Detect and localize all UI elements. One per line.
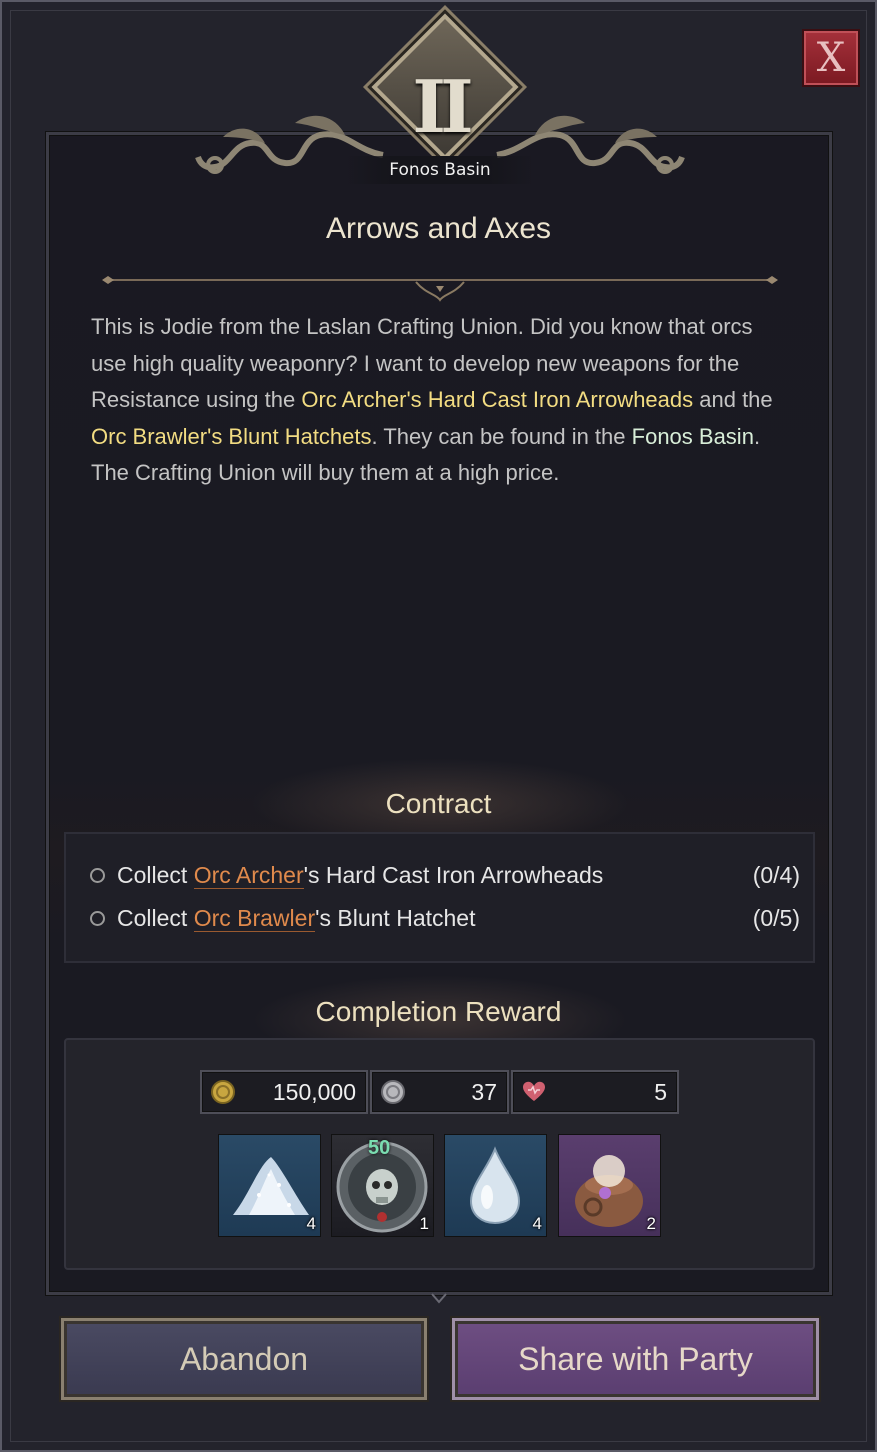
quest-description: This is Jodie from the Laslan Crafting U… <box>91 309 781 492</box>
objective-target-link[interactable]: Orc Archer <box>193 861 304 889</box>
objective-text: Collect Orc Archer's Hard Cast Iron Arro… <box>117 861 753 889</box>
item-quantity: 1 <box>419 1214 429 1233</box>
item-quantity: 2 <box>646 1214 656 1233</box>
panel-bottom-notch-icon <box>431 1293 447 1304</box>
gold-coin-icon <box>211 1080 235 1104</box>
objective-row: Collect Orc Brawler's Blunt Hatchet (0/5… <box>90 900 800 936</box>
objective-prefix: Collect <box>117 904 194 931</box>
objective-suffix: 's Hard Cast Iron Arrowheads <box>303 861 604 888</box>
close-icon: X <box>816 35 846 81</box>
region-label: Fonos Basin <box>345 156 535 184</box>
highlighted-item-arrowheads: Orc Archer's Hard Cast Iron Arrowheads <box>301 387 694 412</box>
reward-item[interactable]: 50 1 <box>331 1134 434 1237</box>
objective-prefix: Collect <box>117 861 194 888</box>
reward-item[interactable]: 4 <box>218 1134 321 1237</box>
reward-gold: 150,000 <box>200 1070 368 1114</box>
close-button[interactable]: X <box>804 31 858 85</box>
quest-title: Arrows and Axes <box>325 212 552 245</box>
description-text: and the <box>693 387 773 412</box>
silver-amount: 37 <box>471 1078 497 1105</box>
objective-status-icon <box>90 910 105 926</box>
objective-text: Collect Orc Brawler's Blunt Hatchet <box>117 904 753 932</box>
item-quantity: 4 <box>532 1214 542 1233</box>
item-quantity: 4 <box>306 1214 316 1233</box>
heart-icon <box>523 1081 545 1101</box>
objective-target-link[interactable]: Orc Brawler <box>193 904 316 932</box>
objective-progress: (0/5) <box>752 904 800 931</box>
objective-progress: (0/4) <box>752 861 800 888</box>
share-with-party-button[interactable]: Share with Party <box>452 1318 819 1400</box>
contract-heading: Contract <box>385 788 492 819</box>
title-divider <box>102 276 778 302</box>
objective-suffix: 's Blunt Hatchet <box>315 904 476 931</box>
reward-item[interactable]: 2 <box>558 1134 661 1237</box>
water-drop-icon <box>469 1146 521 1225</box>
reward-heart: 5 <box>511 1070 679 1114</box>
description-text: . They can be found in the <box>371 423 632 449</box>
gold-amount: 150,000 <box>272 1078 356 1105</box>
reward-silver: 37 <box>370 1070 509 1114</box>
objective-row: Collect Orc Archer's Hard Cast Iron Arro… <box>90 857 800 893</box>
silver-coin-icon <box>381 1080 405 1104</box>
reward-heading: Completion Reward <box>315 996 562 1027</box>
crystal-powder-icon <box>233 1157 309 1215</box>
heart-amount: 5 <box>654 1078 667 1105</box>
treasure-pouch-icon <box>575 1155 643 1227</box>
item-level-badge: 50 <box>368 1137 391 1159</box>
abandon-button[interactable]: Abandon <box>61 1318 427 1400</box>
highlighted-item-hatchets: Orc Brawler's Blunt Hatchets <box>91 423 372 449</box>
contract-objectives: Collect Orc Archer's Hard Cast Iron Arro… <box>64 832 815 963</box>
chapter-numeral: II <box>412 64 473 149</box>
reward-item[interactable]: 4 <box>444 1134 547 1237</box>
objective-status-icon <box>90 867 105 883</box>
highlighted-location: Fonos Basin <box>631 423 754 449</box>
